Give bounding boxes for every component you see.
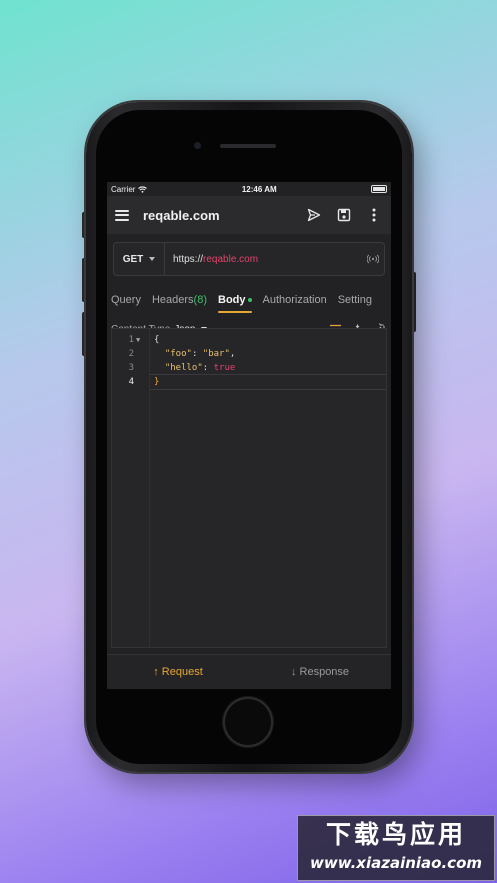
tab-authorization[interactable]: Authorization — [263, 294, 327, 310]
carrier-label: Carrier — [111, 184, 136, 194]
site-watermark: 下载鸟应用 www.xiazainiao.com — [297, 815, 495, 881]
page-title: reqable.com — [143, 207, 220, 223]
line-number: 2 — [128, 349, 134, 359]
wifi-icon — [138, 185, 148, 193]
line-number: 1 — [128, 335, 134, 345]
app-screen: Carrier 12:46 AM reqable.com GET https:/… — [107, 182, 391, 689]
tab-body[interactable]: Body — [218, 294, 252, 313]
menu-icon[interactable] — [115, 209, 129, 221]
save-icon[interactable] — [335, 206, 353, 224]
method-select[interactable]: GET — [114, 243, 165, 275]
url-bar: GET https://reqable.com — [113, 242, 385, 276]
broadcast-icon[interactable] — [362, 254, 384, 264]
url-host: reqable.com — [203, 253, 259, 265]
url-input[interactable]: https://reqable.com — [165, 254, 362, 265]
watermark-cn: 下载鸟应用 — [325, 820, 466, 849]
tab-headers[interactable]: Headers(8) — [152, 294, 207, 310]
response-tab-button[interactable]: ↓ Response — [249, 666, 391, 678]
more-vert-icon[interactable] — [365, 206, 383, 224]
code-line-2: "foo": "bar", — [164, 349, 236, 359]
method-label: GET — [122, 253, 144, 265]
code-line-3: "hello": true — [164, 363, 236, 373]
app-bar: reqable.com — [107, 196, 391, 234]
code-line-1: { — [154, 335, 160, 345]
battery-icon — [371, 185, 387, 193]
url-scheme: https:// — [173, 253, 204, 265]
phone-power-button — [412, 272, 416, 332]
earpiece-speaker — [220, 144, 276, 148]
front-camera — [194, 142, 201, 149]
headers-count-badge: (8) — [193, 294, 207, 306]
status-bar: Carrier 12:46 AM — [107, 182, 391, 196]
chevron-down-icon — [149, 257, 156, 261]
bottom-nav: ↑ Request ↓ Response — [107, 654, 391, 689]
home-button[interactable] — [223, 697, 273, 747]
code-line-4: } — [154, 377, 160, 387]
line-number: 4 — [128, 377, 134, 387]
line-number: 3 — [128, 363, 134, 373]
tab-setting[interactable]: Setting — [338, 294, 372, 310]
tab-query[interactable]: Query — [111, 294, 141, 310]
send-icon[interactable] — [305, 206, 323, 224]
code-editor[interactable]: 1 ▼ { 2 "foo": "bar", 3 "hello": true 4 … — [111, 328, 387, 648]
request-tab-button[interactable]: ↑ Request — [107, 666, 249, 678]
modified-dot — [247, 298, 252, 303]
watermark-url: www.xiazainiao.com — [309, 854, 483, 872]
request-tabs: Query Headers(8) Body Authorization Sett… — [107, 288, 391, 316]
current-line-highlight — [150, 374, 386, 390]
fold-arrow-icon[interactable]: ▼ — [136, 333, 140, 347]
status-time: 12:46 AM — [241, 184, 277, 194]
